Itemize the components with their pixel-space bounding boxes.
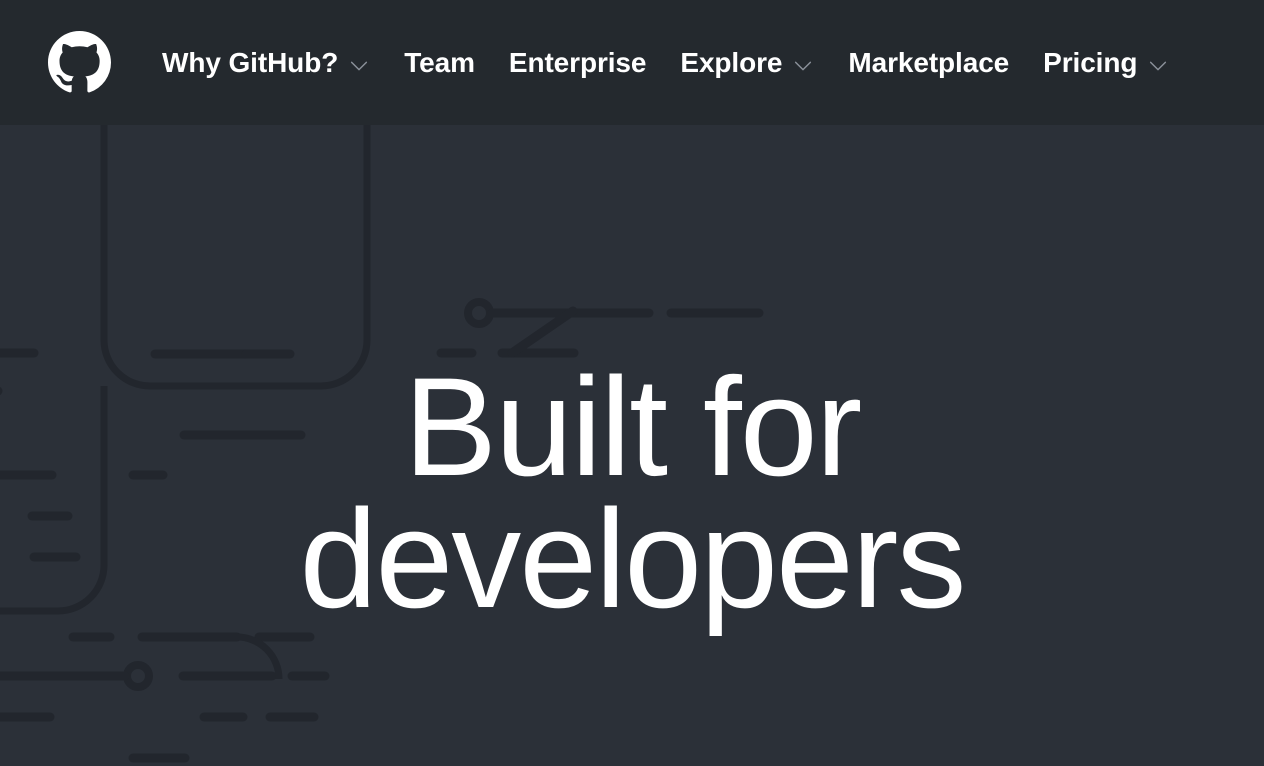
- nav-item-why-github[interactable]: Why GitHub?: [145, 0, 387, 125]
- hero-content: Built for developers: [0, 125, 1264, 766]
- hero-section: Built for developers: [0, 125, 1264, 766]
- nav-item-label: Marketplace: [848, 46, 1010, 78]
- nav-item-explore[interactable]: Explore: [663, 0, 831, 125]
- nav-item-label: Explore: [680, 46, 783, 78]
- main-navigation: Why GitHub? Team Enterprise Explore Mark…: [145, 0, 1186, 125]
- nav-item-label: Pricing: [1043, 46, 1138, 78]
- chevron-down-icon: [792, 55, 814, 77]
- nav-item-label: Team: [404, 46, 475, 78]
- nav-item-label: Enterprise: [508, 46, 647, 78]
- chevron-down-icon: [1147, 55, 1169, 77]
- nav-item-pricing[interactable]: Pricing: [1026, 0, 1186, 125]
- chevron-down-icon: [348, 55, 370, 77]
- site-header: Why GitHub? Team Enterprise Explore Mark…: [0, 0, 1264, 125]
- github-logo-link[interactable]: [48, 31, 111, 94]
- nav-item-enterprise[interactable]: Enterprise: [492, 0, 664, 125]
- nav-item-team[interactable]: Team: [387, 0, 492, 125]
- nav-item-label: Why GitHub?: [162, 46, 339, 78]
- page-title: Built for developers: [299, 348, 967, 637]
- github-landing-page: Why GitHub? Team Enterprise Explore Mark…: [0, 0, 1264, 766]
- github-mark-icon: [48, 31, 111, 94]
- nav-item-marketplace[interactable]: Marketplace: [831, 0, 1026, 125]
